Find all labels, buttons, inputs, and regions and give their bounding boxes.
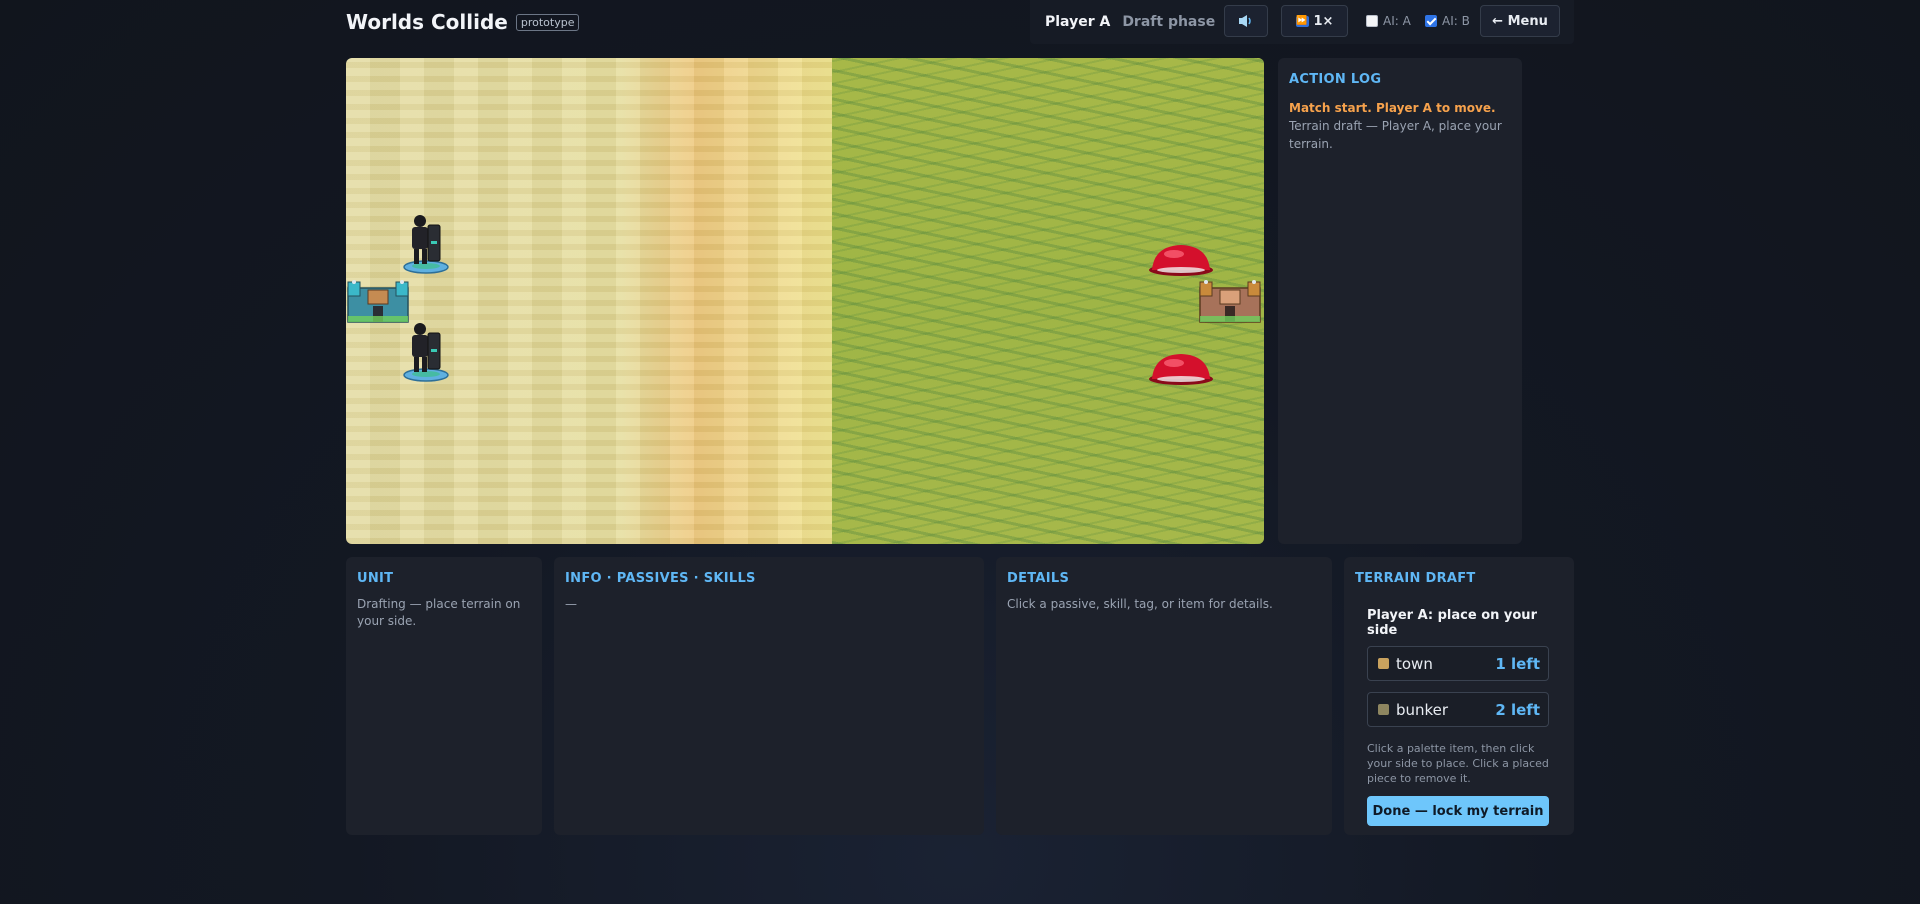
unit-panel: UNIT Drafting — place terrain on your si… [346,557,542,835]
palette-item-bunker[interactable]: bunker 2 left [1367,692,1549,727]
log-entry: Terrain draft — Player A, place your ter… [1289,119,1502,151]
info-panel: INFO · PASSIVES · SKILLS — [554,557,984,835]
ai-a-label: AI: A [1383,14,1411,28]
action-log-title: ACTION LOG [1289,72,1382,87]
unit-panel-text: Drafting — place terrain on your side. [357,597,521,628]
ai-a-toggle[interactable]: AI: A [1366,14,1411,28]
terrain-draft-panel: TERRAIN DRAFT Player A: place on your si… [1344,557,1574,835]
terrain-draft-title: TERRAIN DRAFT [1355,571,1476,586]
town-swatch [1378,658,1389,669]
top-toolbar: Player A Draft phase ⏩ 1× AI: A AI: B ← … [1030,0,1574,44]
ai-a-checkbox[interactable] [1366,15,1378,27]
speed-label: 1× [1313,13,1334,29]
ai-b-toggle[interactable]: AI: B [1425,14,1470,28]
game-phase: Draft phase [1122,14,1216,30]
speaker-icon [1239,15,1251,27]
palette-item-name: town [1396,654,1433,673]
fortress-icon[interactable] [346,268,414,328]
draft-hint: Click a palette item, then click your si… [1367,742,1549,785]
unit-panel-title: UNIT [357,571,394,586]
palette-item-count: 2 left [1495,700,1540,719]
action-log-panel: ACTION LOG Match start. Player A to move… [1278,58,1522,544]
lock-terrain-button[interactable]: Done — lock my terrain [1367,796,1549,826]
log-entry-highlight: Match start. Player A to move. [1289,101,1496,115]
current-player: Player A [1045,14,1111,30]
game-screen: Worlds Collide prototype Player A Draft … [0,0,1920,904]
ai-b-checkbox[interactable] [1425,15,1437,27]
menu-button[interactable]: ← Menu [1480,5,1560,37]
palette-item-name: bunker [1396,700,1449,719]
details-panel-title: DETAILS [1007,571,1070,586]
ai-b-label: AI: B [1442,14,1470,28]
app-title: Worlds Collide [346,10,508,34]
info-panel-text: — [565,597,577,611]
title-area: Worlds Collide prototype [346,10,580,34]
draft-prompt: Player A: place on your side [1367,608,1537,638]
sound-toggle-button[interactable] [1224,5,1268,37]
prototype-badge: prototype [515,13,580,31]
turn-status: Player A Draft phase [1045,14,1215,30]
palette-item-count: 1 left [1495,654,1540,673]
info-panel-title: INFO · PASSIVES · SKILLS [565,571,756,586]
speed-button[interactable]: ⏩ 1× [1281,5,1348,37]
palette-item-town[interactable]: town 1 left [1367,646,1549,681]
fast-forward-icon: ⏩ [1295,15,1309,27]
details-panel: DETAILS Click a passive, skill, tag, or … [996,557,1332,835]
details-panel-text: Click a passive, skill, tag, or item for… [1007,597,1273,611]
fortress-icon[interactable] [1196,268,1264,328]
game-board[interactable] [346,58,1264,544]
soldier-icon[interactable] [402,211,452,275]
dome-icon[interactable] [1146,349,1216,389]
soldier-icon[interactable] [402,319,452,383]
bunker-swatch [1378,704,1389,715]
